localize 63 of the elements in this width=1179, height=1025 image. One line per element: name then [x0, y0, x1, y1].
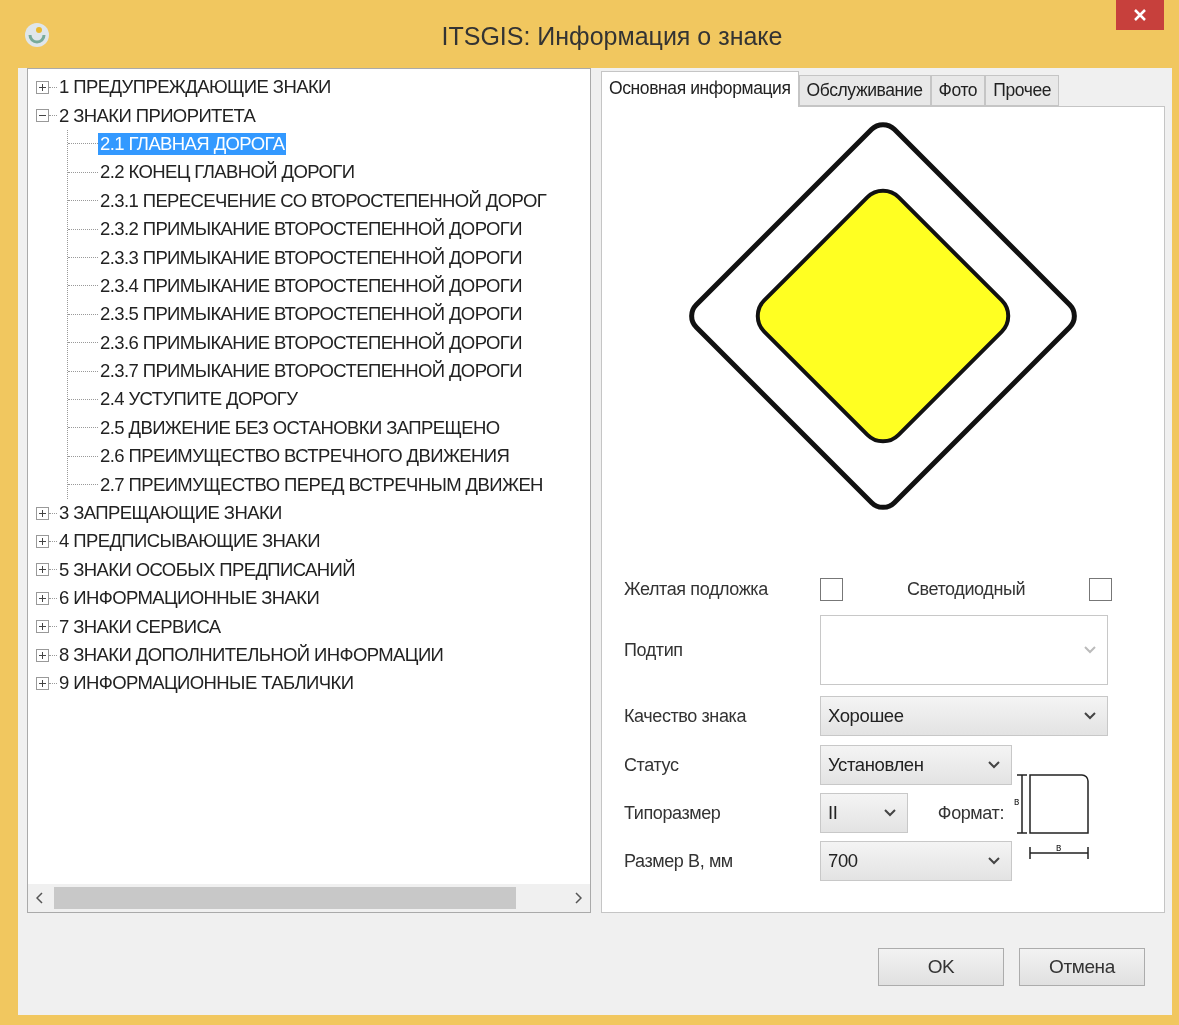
app-icon [22, 20, 52, 50]
tree-item[interactable]: 2.6 ПРЕИМУЩЕСТВО ВСТРЕЧНОГО ДВИЖЕНИЯ [98, 445, 512, 468]
expand-icon[interactable] [36, 591, 49, 605]
dropdown[interactable]: Хорошее [820, 696, 1108, 736]
tree-item[interactable]: 2.3.7 ПРИМЫКАНИЕ ВТОРОСТЕПЕННОЙ ДОРОГИ [98, 360, 524, 383]
tab[interactable]: Основная информация [601, 71, 799, 107]
dropdown[interactable]: Установлен [820, 745, 1012, 785]
format-dimension-drawing: в в [1012, 771, 1092, 866]
field-label: Подтип [624, 639, 684, 661]
scroll-right-icon[interactable] [574, 892, 582, 904]
tree-item[interactable]: 2.3.1 ПЕРЕСЕЧЕНИЕ СО ВТОРОСТЕПЕННОЙ ДОРОГ [98, 189, 549, 212]
checkbox-label: Светодиодный [905, 578, 1027, 600]
checkbox[interactable] [1089, 577, 1112, 601]
chevron-down-icon [1083, 711, 1097, 721]
checkbox[interactable] [820, 577, 843, 601]
tree-item[interactable]: 2.7 ПРЕИМУЩЕСТВО ПЕРЕД ВСТРЕЧНЫМ ДВИЖЕН [98, 473, 545, 496]
tree-item[interactable]: 8 ЗНАКИ ДОПОЛНИТЕЛЬНОЙ ИНФОРМАЦИИ [57, 644, 446, 666]
tree-item[interactable]: 2.5 ДВИЖЕНИЕ БЕЗ ОСТАНОВКИ ЗАПРЕЩЕНО [98, 416, 502, 439]
window-title: ITSGIS: Информация о знаке [441, 22, 783, 51]
tree-item[interactable]: 1 ПРЕДУПРЕЖДАЮЩИЕ ЗНАКИ [57, 76, 333, 99]
dropdown[interactable]: II [820, 793, 908, 833]
tree-item[interactable]: 2.3.5 ПРИМЫКАНИЕ ВТОРОСТЕПЕННОЙ ДОРОГИ [98, 303, 524, 326]
chevron-down-icon [883, 808, 897, 818]
tree-item[interactable]: 2.3.6 ПРИМЫКАНИЕ ВТОРОСТЕПЕННОЙ ДОРОГИ [98, 331, 524, 354]
collapse-icon[interactable] [36, 109, 49, 123]
dialog-button[interactable]: Отмена [1019, 948, 1145, 986]
expand-icon[interactable] [36, 676, 49, 690]
dropdown[interactable]: 700 [820, 841, 1012, 881]
tree-item[interactable]: 2.3.2 ПРИМЫКАНИЕ ВТОРОСТЕПЕННОЙ ДОРОГИ [98, 218, 524, 241]
checkbox-label: Желтая подложка [624, 578, 770, 600]
field-label: Статус [624, 754, 680, 776]
expand-icon[interactable] [36, 620, 49, 634]
tree-item[interactable]: 2.2 КОНЕЦ ГЛАВНОЙ ДОРОГИ [98, 161, 357, 184]
field-label: Размер В, мм [624, 850, 734, 872]
tree-item[interactable]: 7 ЗНАКИ СЕРВИСА [57, 615, 223, 638]
horizontal-scrollbar[interactable] [28, 884, 590, 912]
close-button[interactable] [1116, 0, 1164, 30]
tree-item[interactable]: 5 ЗНАКИ ОСОБЫХ ПРЕДПИСАНИЙ [57, 558, 357, 581]
expand-icon[interactable] [36, 506, 49, 520]
field-label: Формат: [936, 802, 1005, 824]
tree-item[interactable]: 2.4 УСТУПИТЕ ДОРОГУ [98, 388, 300, 411]
field-label: Качество знака [624, 705, 748, 727]
expand-icon[interactable] [36, 648, 49, 662]
tree-item[interactable]: 2 ЗНАКИ ПРИОРИТЕТА [57, 104, 258, 127]
chevron-down-icon [1083, 645, 1097, 655]
expand-icon[interactable] [36, 80, 49, 94]
tree-item[interactable]: 4 ПРЕДПИСЫВАЮЩИЕ ЗНАКИ [57, 530, 322, 553]
tree-item[interactable]: 3 ЗАПРЕЩАЮЩИЕ ЗНАКИ [57, 502, 284, 525]
tree-item[interactable]: 2.3.4 ПРИМЫКАНИЕ ВТОРОСТЕПЕННОЙ ДОРОГИ [98, 274, 524, 297]
tree-item[interactable]: 9 ИНФОРМАЦИОННЫЕ ТАБЛИЧКИ [57, 672, 356, 695]
chevron-down-icon [987, 856, 1001, 866]
close-icon [1133, 8, 1147, 22]
tree-item[interactable]: 2.3.3 ПРИМЫКАНИЕ ВТОРОСТЕПЕННОЙ ДОРОГИ [98, 246, 524, 269]
expand-icon[interactable] [36, 563, 49, 577]
chevron-down-icon [987, 760, 1001, 770]
tab[interactable]: Обслуживание [798, 75, 931, 106]
scroll-left-icon[interactable] [36, 892, 44, 904]
tab[interactable]: Прочее [985, 75, 1060, 106]
tree-item[interactable]: 6 ИНФОРМАЦИОННЫЕ ЗНАКИ [57, 587, 322, 610]
tab[interactable]: Фото [930, 75, 986, 106]
dialog-button[interactable]: OK [878, 948, 1004, 986]
field-label: Типоразмер [624, 802, 722, 824]
expand-icon[interactable] [36, 534, 49, 548]
